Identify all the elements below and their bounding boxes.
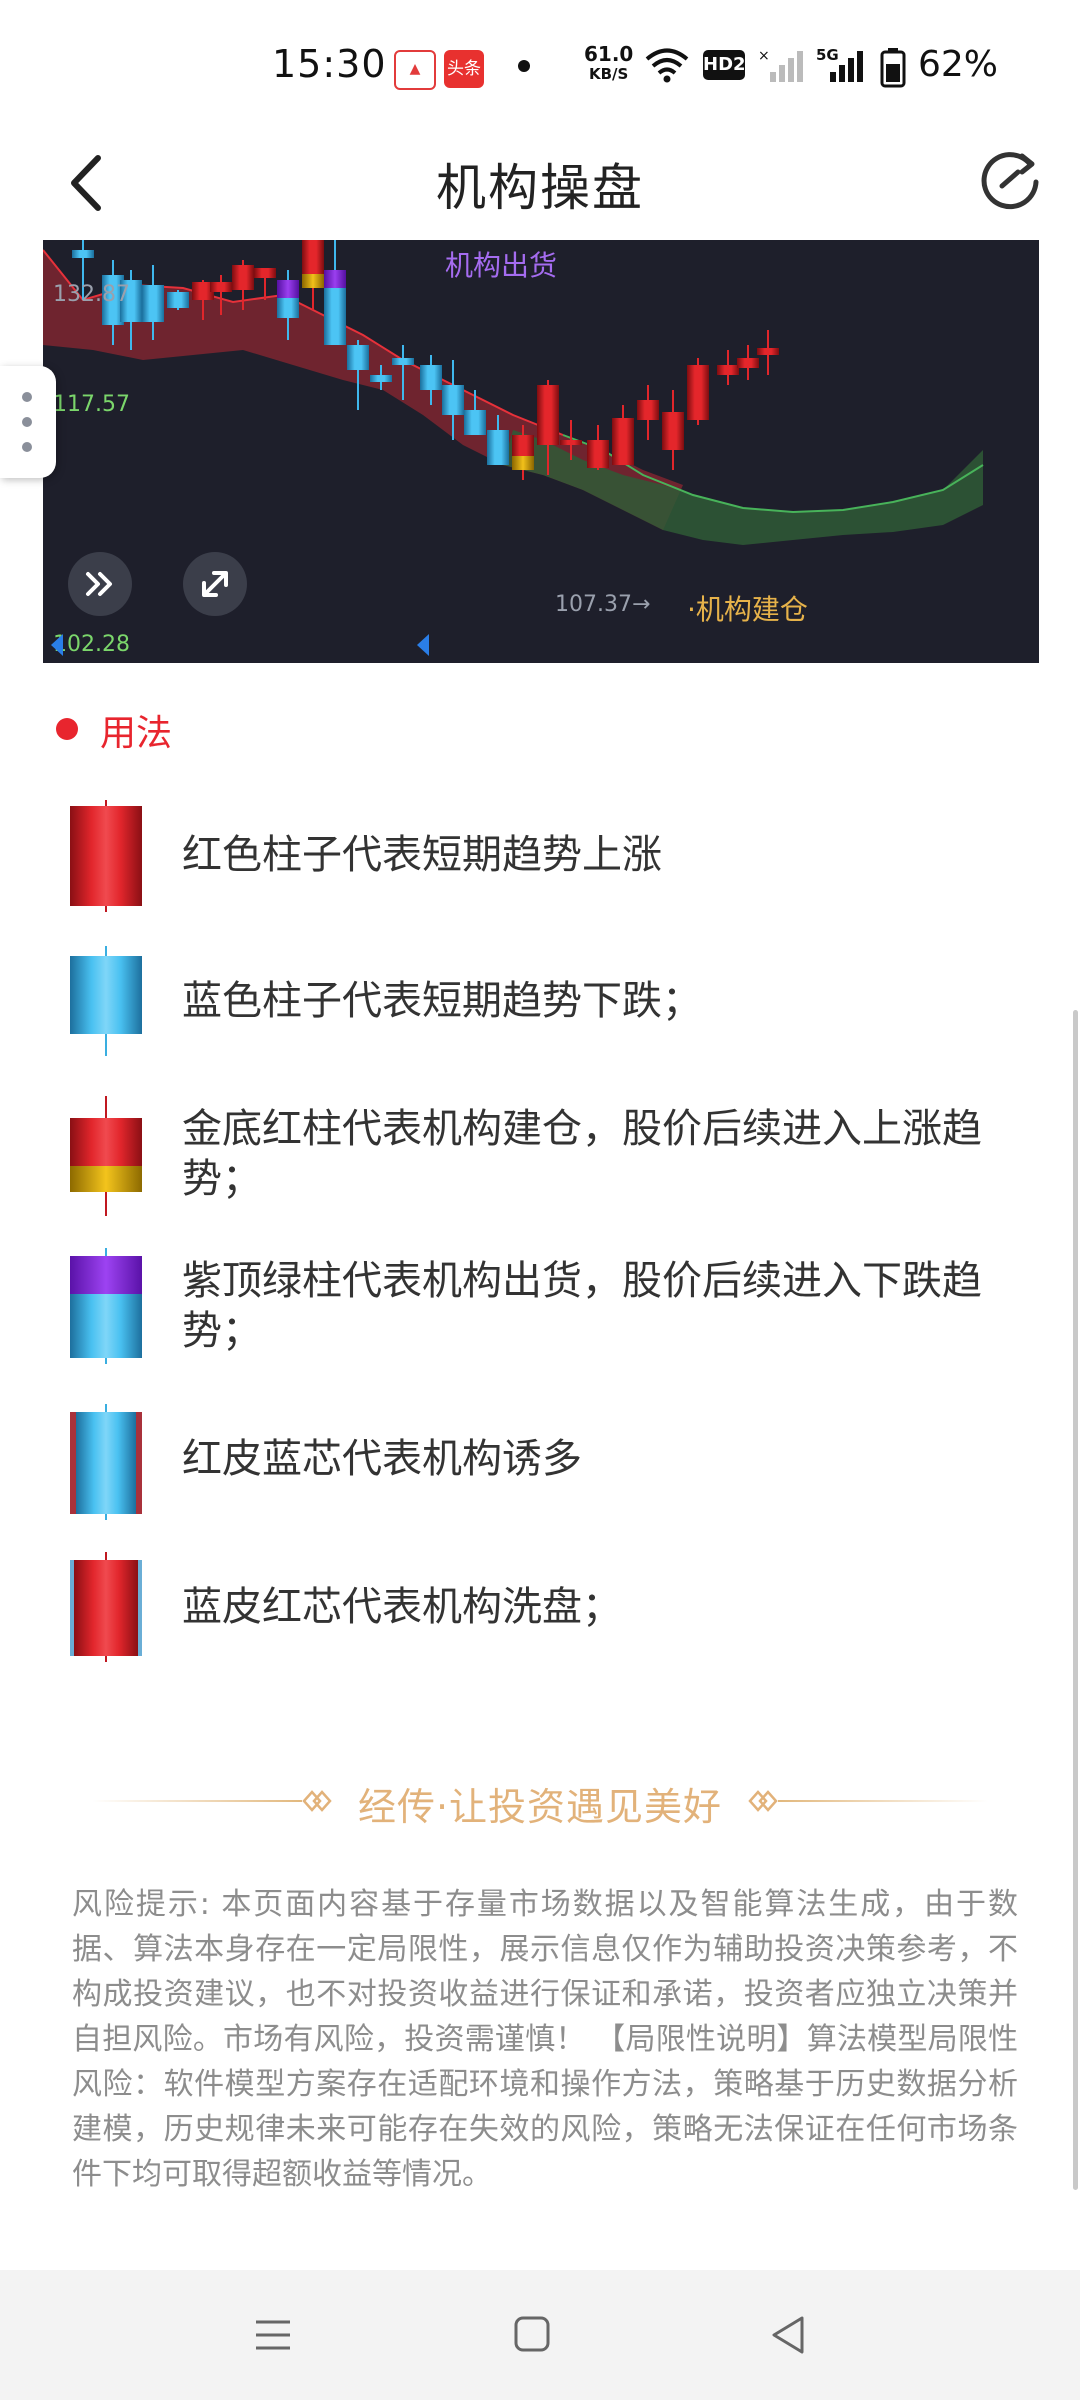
- red-candle-icon: [70, 800, 142, 912]
- slogan-text: 经传·让投资遇见美好: [357, 1785, 723, 1829]
- fast-forward-button[interactable]: [68, 552, 132, 616]
- candle-body: [442, 385, 464, 415]
- home-square-icon: [514, 2316, 550, 2352]
- candle-body: [687, 365, 709, 420]
- candle-gold-bottom: [302, 274, 324, 288]
- marker-left-arrow-icon: [51, 634, 63, 656]
- candle-body: [72, 250, 94, 258]
- page-title: 机构操盘: [436, 159, 644, 217]
- red-dot-icon: [56, 718, 78, 740]
- institution-trading-chart[interactable]: 132.87 117.57 102.28 107.37→ 机构出货 ·机构建仓: [43, 240, 1039, 663]
- legend-desc: 紫顶绿柱代表机构出货，股价后续进入下跌趋势；: [182, 1258, 982, 1354]
- legend-desc: 蓝色柱子代表短期趋势下跌；: [182, 978, 702, 1024]
- double-chevron-right-icon: [86, 572, 112, 596]
- candle-purple-top: [277, 280, 299, 298]
- price-label-mid: 117.57: [53, 392, 130, 417]
- side-drawer-handle[interactable]: [0, 366, 56, 478]
- marker-left-arrow-icon: [417, 634, 429, 656]
- risk-disclaimer: 风险提示: 本页面内容基于存量市场数据以及智能算法生成，由于数据、算法本身存在一…: [72, 1887, 1018, 2192]
- handle-dot: [22, 417, 32, 427]
- hd-voice-icon: HD2: [703, 50, 746, 80]
- legend-desc: 红色柱子代表短期趋势上涨: [182, 832, 662, 878]
- menu-nav-button[interactable]: [252, 2314, 294, 2356]
- candle-body: [537, 385, 559, 445]
- usage-title-text: 用法: [100, 713, 173, 754]
- candle-body: [167, 292, 189, 308]
- purple-top-blue-candle-icon: [70, 1248, 142, 1364]
- candle-body: [232, 265, 254, 290]
- network-speed-value: 61.0: [584, 42, 634, 66]
- legend-desc: 蓝皮红芯代表机构洗盘；: [182, 1584, 622, 1630]
- candle-body: [757, 348, 779, 355]
- home-nav-button[interactable]: [512, 2314, 552, 2354]
- news-app-notification-icon: 头条: [444, 50, 484, 88]
- candle-body: [347, 345, 369, 370]
- back-triangle-icon: [772, 2316, 804, 2354]
- refresh-icon: [981, 152, 1039, 210]
- candle-body: [210, 282, 232, 292]
- svg-text:×: ×: [758, 48, 770, 64]
- candle-body: [587, 440, 609, 468]
- candle-body: [254, 268, 276, 278]
- candle-body: [737, 358, 759, 368]
- stock-app-notification-icon: ▲: [394, 50, 436, 90]
- wifi-icon: [645, 48, 689, 83]
- status-time: 15:30: [272, 42, 387, 86]
- network-speed: 61.0 KB/S: [584, 44, 633, 84]
- header-bar: 机构操盘: [0, 130, 1080, 240]
- status-bar: 15:30 ▲ 头条 61.0 KB/S HD2 × 5G 62%: [0, 0, 1080, 130]
- brand-slogan: 经传·让投资遇见美好: [0, 1772, 1080, 1829]
- battery-percentage: 62%: [918, 44, 999, 85]
- back-nav-button[interactable]: [768, 2314, 808, 2356]
- candle-body: [392, 358, 414, 365]
- diamond-ornament-icon: [748, 1790, 778, 1812]
- menu-icon: [256, 2320, 290, 2350]
- candle-body: [487, 430, 509, 465]
- price-label-high: 132.87: [53, 282, 130, 307]
- system-navigation-bar: [0, 2270, 1080, 2400]
- slogan-divider-right: [778, 1800, 988, 1802]
- candle-body: [370, 375, 392, 382]
- blue-candle-icon: [70, 946, 142, 1056]
- candle-body: [464, 410, 486, 435]
- network-speed-unit: KB/S: [589, 65, 629, 83]
- candle-gold-bottom: [512, 456, 534, 470]
- candle-body: [612, 418, 634, 465]
- more-notifications-dot-icon: [518, 60, 530, 72]
- candles-group: [72, 240, 779, 480]
- candle-body: [420, 365, 442, 390]
- annotation-institution-buy: ·机构建仓: [687, 593, 808, 626]
- candle-body: [142, 285, 164, 322]
- low-price-marker: 107.37→: [555, 592, 651, 617]
- candle-body: [662, 412, 684, 450]
- candle-body: [637, 400, 659, 420]
- blue-skin-red-core-candle-icon: [70, 1552, 142, 1662]
- handle-dot: [22, 392, 32, 402]
- fullscreen-button[interactable]: [183, 552, 247, 616]
- refresh-button[interactable]: [978, 146, 1044, 212]
- legend-desc: 红皮蓝芯代表机构诱多: [182, 1436, 582, 1482]
- signal-5g-icon: 5G: [816, 46, 863, 82]
- legend-desc: 金底红柱代表机构建仓，股价后续进入上涨趋势；: [182, 1106, 982, 1202]
- red-skin-blue-core-candle-icon: [70, 1404, 142, 1520]
- expand-icon: [202, 571, 228, 597]
- annotation-institution-sell: 机构出货: [445, 249, 558, 282]
- battery-icon: [880, 48, 906, 88]
- svg-text:5G: 5G: [816, 46, 839, 64]
- candle-body: [560, 440, 582, 445]
- scrollbar[interactable]: [1073, 1010, 1078, 2190]
- gold-bottom-red-candle-icon: [70, 1096, 142, 1216]
- candle-body: [717, 365, 739, 375]
- signal-sim1-icon: ×: [758, 48, 803, 82]
- handle-dot: [22, 442, 32, 452]
- candle-purple-top: [324, 270, 346, 288]
